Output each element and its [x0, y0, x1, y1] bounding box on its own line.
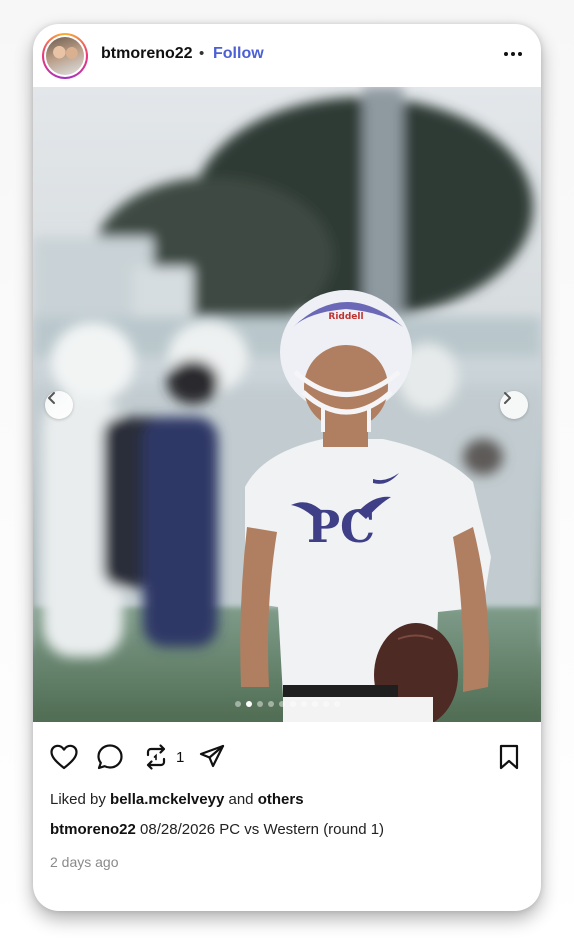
carousel-dot	[256, 701, 263, 707]
heart-icon	[50, 744, 78, 770]
bookmark-icon	[499, 744, 519, 770]
previous-slide-button[interactable]	[45, 391, 73, 419]
likes-and: and	[228, 791, 254, 808]
carousel-indicator	[33, 699, 541, 709]
post-username[interactable]: btmoreno22	[101, 45, 193, 63]
likes-others-link[interactable]: others	[258, 791, 304, 808]
post-caption: btmoreno22 08/28/2026 PC vs Western (rou…	[50, 821, 384, 838]
repost-count: 1	[176, 749, 185, 766]
share-button[interactable]	[197, 742, 227, 772]
save-button[interactable]	[494, 742, 524, 772]
svg-text:Riddell: Riddell	[328, 312, 363, 322]
post-actions: 1	[33, 722, 541, 792]
post-image[interactable]: Riddell PC	[33, 87, 541, 722]
like-button[interactable]	[49, 742, 79, 772]
likes-summary: Liked by bella.mckelveyy and others	[50, 791, 304, 808]
post-timestamp: 2 days ago	[50, 854, 119, 870]
carousel-dot	[278, 701, 285, 707]
next-slide-button[interactable]	[500, 391, 528, 419]
carousel-dot	[333, 701, 340, 707]
carousel-dot	[311, 701, 318, 707]
page-background: btmoreno22 • Follow Riddell PC 1 Liked b…	[0, 0, 574, 952]
carousel-dot	[300, 701, 307, 707]
chevron-left-icon	[48, 392, 55, 404]
comment-icon	[97, 744, 123, 770]
post-header: btmoreno22 • Follow	[33, 24, 541, 87]
avatar[interactable]	[42, 33, 88, 79]
likes-prefix: Liked by	[50, 791, 106, 808]
carousel-dot	[289, 701, 296, 707]
repost-button[interactable]	[141, 742, 171, 772]
carousel-dot	[234, 701, 241, 707]
caption-text: 08/28/2026 PC vs Western (round 1)	[140, 821, 385, 838]
more-options-icon[interactable]	[499, 40, 527, 68]
svg-text:PC: PC	[307, 502, 375, 553]
chevron-right-icon	[504, 392, 511, 404]
send-icon	[199, 744, 225, 768]
post-photo-illustration: Riddell PC	[33, 87, 541, 722]
carousel-dot	[267, 701, 274, 707]
post-card: btmoreno22 • Follow Riddell PC 1 Liked b…	[33, 24, 541, 911]
carousel-dot	[322, 701, 329, 707]
avatar-image	[46, 37, 84, 75]
caption-username[interactable]: btmoreno22	[50, 821, 136, 838]
comment-button[interactable]	[95, 742, 125, 772]
liked-by-user-link[interactable]: bella.mckelveyy	[110, 791, 224, 808]
header-separator: •	[199, 45, 205, 62]
follow-button[interactable]: Follow	[213, 45, 264, 63]
repost-icon	[146, 744, 166, 770]
carousel-dot-active	[245, 701, 252, 707]
